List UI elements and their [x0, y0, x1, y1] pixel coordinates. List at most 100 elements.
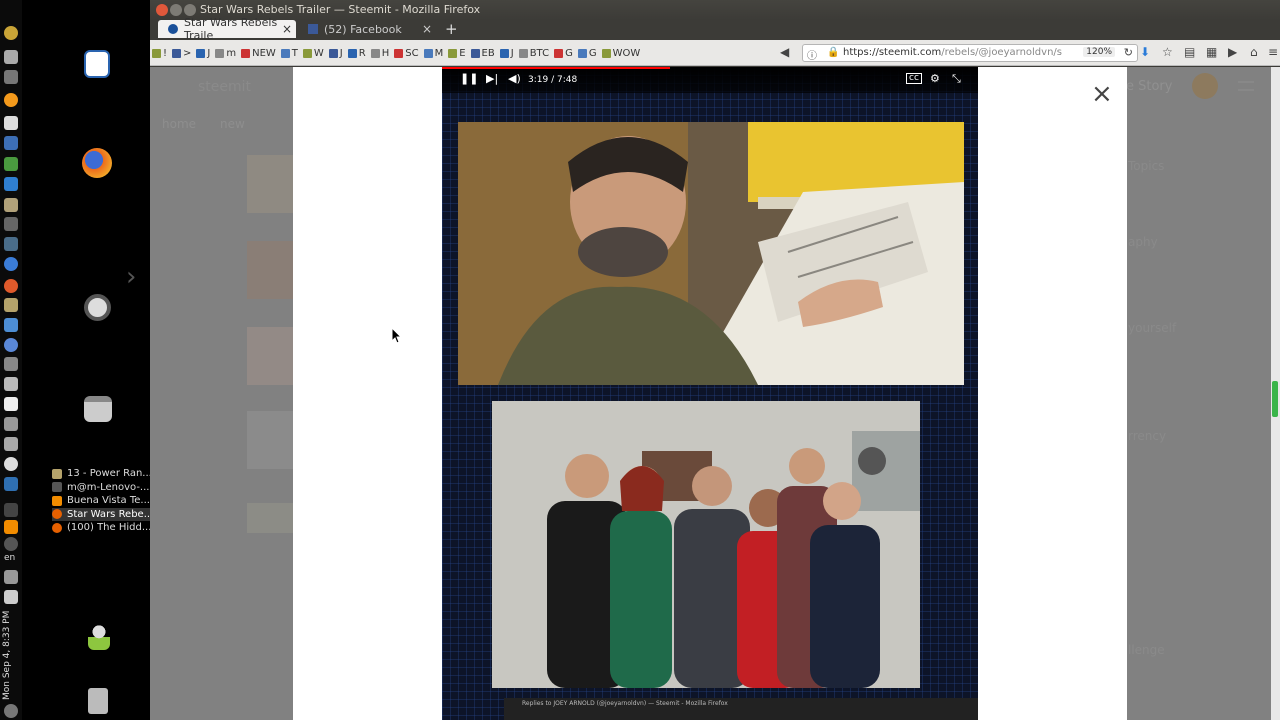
bookmark-item[interactable]: M — [423, 48, 443, 59]
post-thumbnail[interactable] — [247, 503, 293, 533]
download-icon[interactable]: ⬇ — [1140, 45, 1150, 59]
reload-icon[interactable]: ↻ — [1124, 46, 1133, 59]
display-icon[interactable] — [4, 377, 18, 391]
bookmark-item[interactable]: E — [448, 48, 466, 59]
post-thumbnail[interactable] — [247, 327, 293, 385]
post-thumbnail[interactable] — [247, 155, 293, 213]
bookmark-star-icon[interactable]: ☆ — [1162, 45, 1173, 59]
ubuntu-icon[interactable] — [4, 279, 18, 293]
bookmark-item[interactable]: G — [554, 48, 573, 59]
folder-icon[interactable] — [4, 198, 18, 212]
hamburger-icon[interactable] — [1238, 81, 1254, 91]
notes-icon[interactable] — [4, 116, 18, 130]
tab-steemit[interactable]: Star Wars Rebels Traile × — [158, 16, 296, 42]
next-icon[interactable]: ▶| — [486, 73, 498, 84]
home-icon[interactable]: ⌂ — [1250, 45, 1258, 59]
bookmark-item[interactable]: SC — [394, 48, 419, 59]
youtube-icon[interactable]: ▶ — [1228, 45, 1237, 59]
trash-icon[interactable] — [88, 688, 108, 714]
bookmark-item[interactable]: > — [172, 48, 191, 59]
sidebar-topic[interactable]: llenge — [1128, 643, 1165, 657]
chevron-right-icon[interactable]: › — [126, 262, 136, 292]
close-modal-button[interactable]: × — [1091, 81, 1113, 107]
battery-icon[interactable] — [4, 590, 18, 604]
firefox-icon[interactable] — [82, 148, 112, 178]
sidebar-topic[interactable]: aphy — [1128, 235, 1158, 249]
library-icon[interactable]: ▤ — [1184, 45, 1195, 59]
nav-new-link[interactable]: new — [220, 117, 245, 131]
nav-home-link[interactable]: home — [162, 117, 196, 131]
url-text[interactable]: https://steemit.com/rebels/@joeyarnoldvn… — [843, 47, 1062, 58]
image-icon[interactable] — [4, 318, 18, 332]
exit-fullscreen-icon[interactable]: ⤡ — [952, 73, 961, 84]
bookmark-item[interactable]: WOW — [601, 48, 640, 59]
bookmark-item[interactable]: EB — [470, 48, 495, 59]
address-bar[interactable]: ⓘ 🔒 https://steemit.com/rebels/@joeyarno… — [802, 44, 1138, 62]
bookmark-item[interactable]: BTC — [518, 48, 549, 59]
file-cabinet-icon[interactable] — [84, 396, 112, 422]
avatar[interactable] — [1192, 73, 1218, 99]
settings-wheel-icon[interactable] — [84, 294, 111, 321]
calendar-icon[interactable] — [4, 136, 18, 150]
sidebar-topic[interactable]: rrency — [1128, 429, 1166, 443]
monitor-icon[interactable] — [4, 237, 18, 251]
screen-icon[interactable] — [4, 477, 18, 491]
steemit-logo[interactable]: steemit — [198, 79, 251, 95]
close-icon[interactable]: × — [422, 22, 432, 36]
post-thumbnail[interactable] — [247, 241, 293, 299]
tab-facebook[interactable]: (52) Facebook × — [298, 20, 436, 38]
language-indicator[interactable]: en — [4, 553, 15, 563]
bookmark-item[interactable]: ! — [152, 48, 167, 59]
chrome-icon[interactable] — [4, 257, 18, 271]
video-progress-bar[interactable] — [442, 67, 670, 69]
info-icon[interactable]: ⓘ — [807, 47, 817, 62]
drive-icon[interactable] — [4, 417, 18, 431]
terminal-icon[interactable] — [4, 217, 18, 231]
settings-gear-icon[interactable]: ⚙ — [930, 73, 940, 84]
shutdown-icon[interactable] — [4, 704, 18, 718]
window-list-item[interactable]: 13 - Power Ran... — [52, 467, 150, 480]
sidebar-topic[interactable]: Topics — [1128, 159, 1164, 173]
bookmark-item[interactable]: J — [328, 48, 343, 59]
menu-icon[interactable]: ≡ — [1268, 45, 1278, 59]
bitcoin-icon[interactable] — [4, 93, 18, 107]
grid-icon[interactable] — [4, 177, 18, 191]
minimize-window-button[interactable] — [170, 4, 182, 16]
window-list-item[interactable]: Star Wars Rebe... — [52, 507, 150, 521]
post-thumbnail[interactable] — [247, 411, 293, 469]
window-list-item[interactable]: (100) The Hidd... — [52, 521, 150, 534]
close-icon[interactable]: × — [282, 22, 292, 36]
maximize-window-button[interactable] — [184, 4, 196, 16]
app-icon[interactable] — [4, 50, 18, 64]
upload-icon[interactable] — [4, 70, 18, 84]
bookmark-item[interactable]: W — [302, 48, 324, 59]
printer-icon[interactable] — [4, 437, 18, 451]
bookmark-item[interactable]: J — [499, 48, 514, 59]
power-icon[interactable] — [4, 26, 18, 40]
sidebar-topic[interactable]: yourself — [1128, 321, 1176, 335]
close-window-button[interactable] — [156, 4, 168, 16]
dropbox-icon[interactable] — [4, 397, 18, 411]
captions-icon[interactable]: cc — [906, 73, 922, 84]
bookmark-item[interactable]: R — [347, 48, 366, 59]
bluetooth-icon[interactable] — [4, 503, 18, 517]
archive-icon[interactable] — [4, 357, 18, 371]
volume-icon[interactable] — [4, 570, 18, 584]
writer-icon[interactable] — [84, 50, 110, 78]
bookmark-item[interactable]: NEW — [241, 48, 276, 59]
disk-icon[interactable] — [4, 457, 18, 471]
scrollbar-thumb[interactable] — [1272, 381, 1278, 417]
new-tab-button[interactable]: + — [445, 20, 458, 38]
spreadsheet-icon[interactable] — [4, 157, 18, 171]
screenshot-icon[interactable]: ▦ — [1206, 45, 1217, 59]
wifi-icon[interactable] — [4, 537, 18, 551]
window-list-item[interactable]: Buena Vista Te... — [52, 494, 150, 507]
bookmark-item[interactable]: G — [577, 48, 597, 59]
zoom-level[interactable]: 120% — [1083, 47, 1115, 57]
files-icon[interactable] — [4, 298, 18, 312]
video-player[interactable]: Replies to JOEY ARNOLD (@joeyarnoldvn) —… — [442, 67, 978, 720]
bookmark-item[interactable]: T — [280, 48, 298, 59]
post-story-link[interactable]: e Story — [1126, 79, 1172, 94]
bookmark-item[interactable]: m — [215, 48, 236, 59]
chromium-icon[interactable] — [4, 338, 18, 352]
